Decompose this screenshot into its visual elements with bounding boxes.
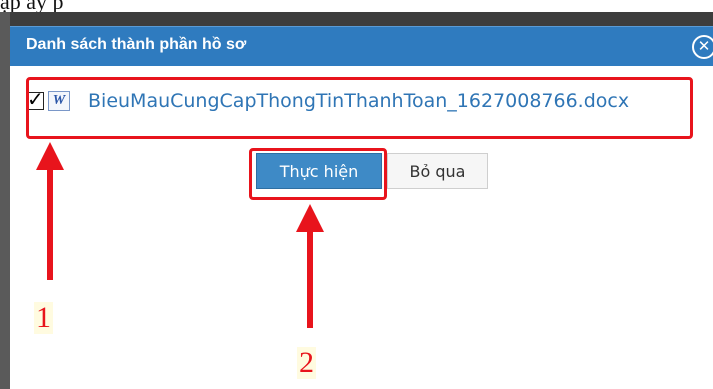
annotation-box-confirm [249, 148, 387, 200]
dialog-header: Danh sách thành phần hồ sơ ✕ [10, 26, 713, 66]
annotation-label-2: 2 [297, 346, 316, 379]
modal-backdrop-left [0, 12, 10, 389]
dialog-title: Danh sách thành phần hồ sơ [26, 36, 247, 53]
annotation-arrow-2 [296, 204, 324, 328]
annotation-arrow-1 [36, 142, 64, 280]
modal-backdrop-top [0, 12, 713, 26]
annotation-label-1: 1 [34, 301, 53, 334]
annotation-box-file [26, 77, 693, 139]
skip-button[interactable]: Bỏ qua [387, 153, 488, 189]
screenshot-stage: ập ây p Danh sách thành phần hồ sơ ✕ ✓ W… [0, 0, 713, 389]
close-icon[interactable]: ✕ [692, 35, 713, 59]
